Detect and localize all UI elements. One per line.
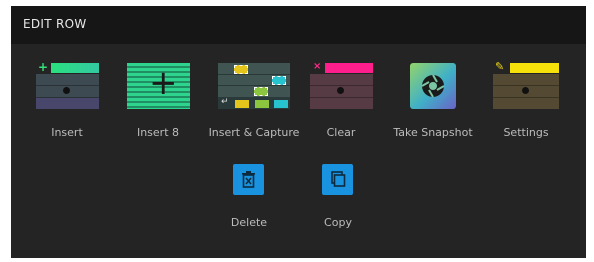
insert-8-thumbnail: + xyxy=(127,63,190,109)
insert-thumbnail: + xyxy=(36,60,99,109)
settings-label: Settings xyxy=(503,126,549,139)
settings-thumbnail: ✎ xyxy=(493,60,559,109)
plus-icon: + xyxy=(149,63,178,103)
plus-icon: + xyxy=(38,60,49,74)
copy-button[interactable]: Copy xyxy=(322,164,353,234)
trash-icon xyxy=(242,171,255,188)
capture-yellow-icon xyxy=(234,65,248,74)
copy-icon-box xyxy=(322,164,353,195)
close-icon: × xyxy=(313,61,322,72)
dialog-title-bar: EDIT ROW xyxy=(11,6,586,44)
insert-action[interactable]: + Insert xyxy=(36,60,99,141)
edit-row-dialog: EDIT ROW + Insert + Insert 8 ↵ Insert & … xyxy=(11,6,586,258)
take-snapshot-action[interactable]: Take Snapshot xyxy=(393,63,473,141)
camera-aperture-icon xyxy=(421,74,445,98)
capture-green-icon xyxy=(254,87,268,96)
snapshot-thumbnail xyxy=(410,63,456,109)
insert-capture-action[interactable]: ↵ Insert & Capture xyxy=(209,63,299,141)
capture-cyan-icon xyxy=(272,76,286,85)
insert-8-action[interactable]: + Insert 8 xyxy=(127,63,190,141)
return-arrow-icon: ↵ xyxy=(221,97,229,107)
dialog-title: EDIT ROW xyxy=(23,17,87,31)
clear-action[interactable]: × Clear xyxy=(310,61,373,141)
clear-thumbnail: × xyxy=(310,61,373,109)
insert-capture-thumbnail: ↵ xyxy=(218,63,290,109)
copy-label: Copy xyxy=(324,216,352,229)
settings-action[interactable]: ✎ Settings xyxy=(493,60,559,141)
delete-button[interactable]: Delete xyxy=(231,164,267,234)
copy-icon xyxy=(331,171,346,187)
delete-icon-box xyxy=(233,164,264,195)
pencil-icon: ✎ xyxy=(495,60,505,73)
